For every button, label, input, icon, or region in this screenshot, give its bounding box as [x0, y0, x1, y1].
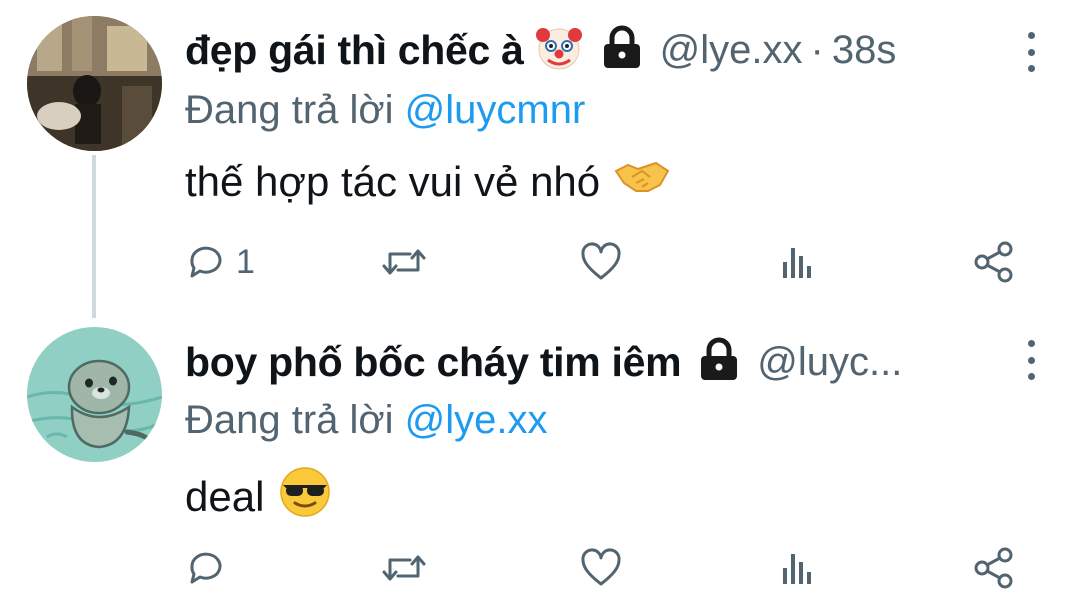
timestamp[interactable]: 38s: [832, 28, 897, 73]
heart-icon: [581, 242, 621, 280]
tweet-text: deal: [185, 465, 332, 529]
share-icon: [974, 241, 1013, 283]
sunglasses-emoji-icon: [278, 465, 332, 529]
heart-icon: [581, 548, 621, 586]
more-options-icon[interactable]: [1024, 32, 1038, 72]
mention-link[interactable]: @luycmnr: [405, 88, 586, 132]
analytics-icon: [783, 554, 811, 584]
avatar-photo: [27, 16, 162, 151]
like-button[interactable]: [580, 237, 622, 287]
share-button[interactable]: [972, 543, 1016, 593]
replying-to: Đang trả lời @lye.xx: [185, 398, 548, 443]
tweet-text-content: deal: [185, 473, 265, 520]
display-name[interactable]: đẹp gái thì chếc à: [185, 27, 524, 74]
tweet-text: thế hợp tác vui vẻ nhó: [185, 157, 670, 207]
reply-button[interactable]: [186, 543, 236, 593]
replying-to-label: Đang trả lời: [185, 88, 394, 132]
clown-face-emoji-icon: [534, 23, 584, 78]
more-options-icon[interactable]: [1024, 340, 1038, 380]
retweet-icon: [382, 555, 426, 581]
reply-icon: [190, 246, 222, 278]
lock-icon: [695, 336, 743, 389]
views-button[interactable]: [778, 543, 818, 593]
tweet-reply-1[interactable]: đẹp gái thì chếc à @lye.xx · 38s Đang tr…: [0, 0, 1080, 305]
mention-link[interactable]: @lye.xx: [405, 398, 548, 442]
reply-button[interactable]: 1: [186, 237, 255, 287]
avatar[interactable]: [27, 16, 162, 151]
like-button[interactable]: [580, 543, 622, 593]
user-handle[interactable]: @lye.xx: [660, 28, 803, 73]
display-name[interactable]: boy phố bốc cháy tim iêm: [185, 339, 682, 386]
tweet-header: đẹp gái thì chếc à @lye.xx · 38s: [185, 20, 896, 80]
share-icon: [974, 547, 1013, 589]
avatar[interactable]: [27, 327, 162, 462]
retweet-button[interactable]: [380, 543, 428, 593]
action-bar: [0, 543, 1080, 593]
replying-to: Đang trả lời @luycmnr: [185, 88, 585, 133]
handshake-emoji-icon: [614, 157, 670, 207]
retweet-icon: [382, 249, 426, 275]
reply-count: 1: [236, 242, 255, 281]
retweet-button[interactable]: [380, 237, 428, 287]
replying-to-label: Đang trả lời: [185, 398, 394, 442]
views-button[interactable]: [778, 237, 818, 287]
action-bar: 1: [0, 237, 1080, 287]
tweet-header: boy phố bốc cháy tim iêm @luyc...: [185, 332, 902, 392]
tweet-text-content: thế hợp tác vui vẻ nhó: [185, 158, 601, 205]
tweet-reply-2[interactable]: boy phố bốc cháy tim iêm @luyc... Đang t…: [0, 305, 1080, 611]
user-handle[interactable]: @luyc...: [757, 340, 902, 385]
separator-dot: ·: [810, 27, 824, 72]
analytics-icon: [783, 248, 811, 278]
share-button[interactable]: [972, 237, 1016, 287]
otter-avatar-illustration: [27, 327, 162, 462]
reply-icon: [190, 552, 222, 584]
lock-icon: [598, 24, 646, 77]
